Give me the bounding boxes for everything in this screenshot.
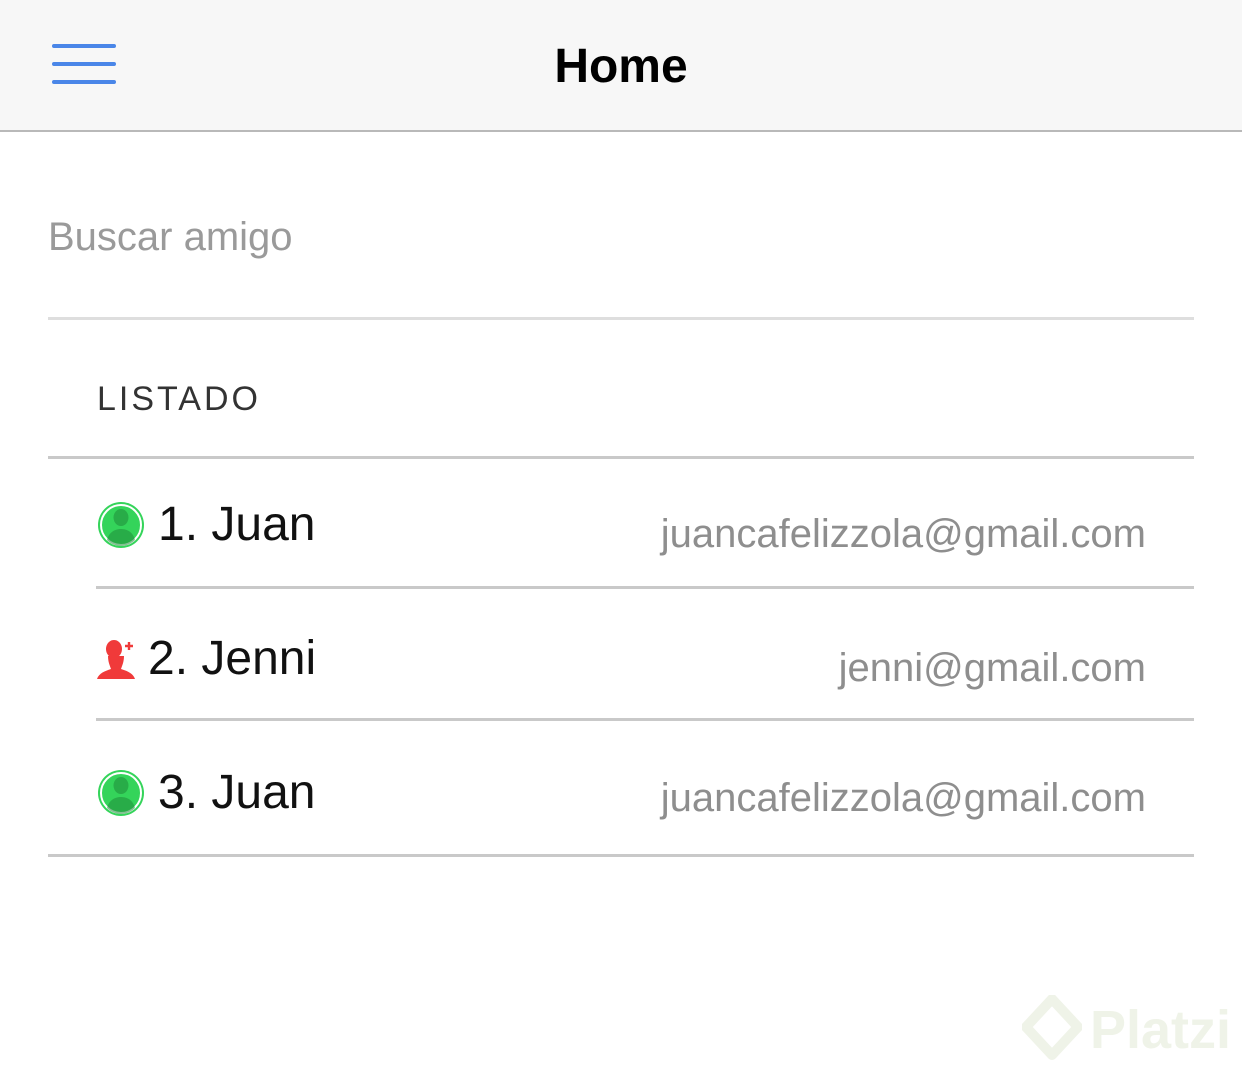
search-input[interactable] (48, 209, 1194, 265)
top-app-bar: Home (0, 0, 1242, 132)
user-online-icon (98, 502, 144, 548)
list-item[interactable]: 3. Juan juancafelizzola@gmail.com (48, 723, 1194, 857)
search-field-container (48, 185, 1194, 320)
list-section-header: LISTADO (48, 322, 1194, 459)
list-item-left: 3. Juan (96, 765, 315, 821)
list-item-left: 1. Juan (96, 497, 315, 553)
platzi-logo-icon (1022, 995, 1082, 1060)
list-item-name: 2. Jenni (148, 632, 317, 685)
list-item-left: 2. Jenni (96, 631, 316, 687)
list-item-name: 3. Juan (158, 766, 316, 819)
watermark-text: Platzi (1090, 1000, 1232, 1060)
list-item[interactable]: 2. Jenni jenni@gmail.com (96, 591, 1194, 721)
list-item-email: jenni@gmail.com (838, 646, 1146, 690)
list-item[interactable]: 1. Juan juancafelizzola@gmail.com (96, 459, 1194, 589)
platzi-watermark: Platzi (1022, 995, 1231, 1065)
page-title: Home (554, 40, 688, 93)
home-screen: Home LISTADO 1. Juan juancafelizzola@gma… (0, 0, 1242, 1075)
list-item-email: juancafelizzola@gmail.com (660, 512, 1146, 556)
list-item-name: 1. Juan (158, 498, 316, 551)
user-add-icon (97, 640, 135, 679)
user-online-icon (98, 770, 144, 816)
list-item-email: juancafelizzola@gmail.com (660, 776, 1146, 820)
section-title: LISTADO (97, 380, 261, 418)
